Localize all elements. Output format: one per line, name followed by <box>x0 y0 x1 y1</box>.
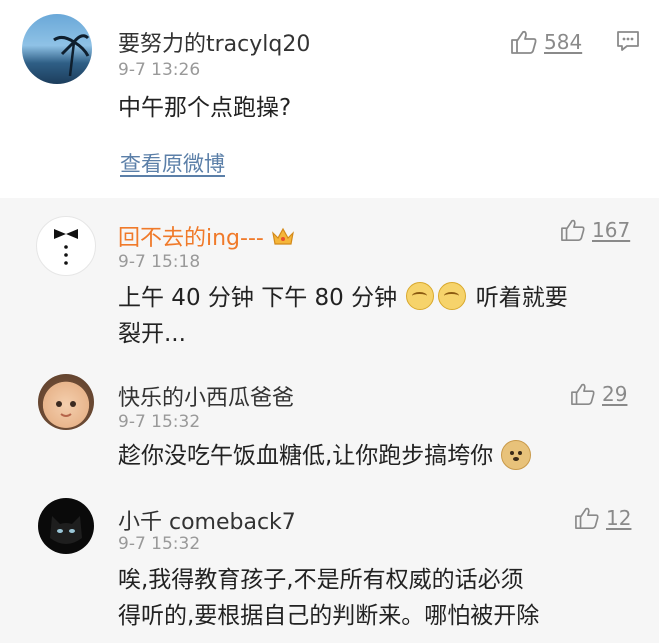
crown-badge-icon <box>271 225 295 253</box>
like-button[interactable]: 29 <box>570 380 627 408</box>
thumbs-up-icon <box>561 219 585 241</box>
comment-time: 9-7 13:26 <box>118 60 201 80</box>
bowtie-icon <box>54 229 78 265</box>
avatar[interactable] <box>38 498 94 554</box>
palm-tree-icon <box>53 34 90 77</box>
thumbs-up-icon <box>511 30 537 54</box>
reply-text: 唉,我得教育孩子,不是所有权威的话必须 得听的,要根据自己的判断来。哪怕被开除 <box>118 567 540 629</box>
emoji-icon <box>438 282 467 310</box>
avatar[interactable] <box>38 374 94 430</box>
view-original-link[interactable]: 查看原微博 <box>120 148 225 178</box>
like-count: 584 <box>544 30 583 54</box>
comment-icon[interactable] <box>616 30 640 56</box>
reply-username[interactable]: 快乐的小西瓜爸爸 <box>118 380 294 412</box>
like-count: 29 <box>602 382 628 406</box>
baby-face-icon <box>56 401 76 417</box>
reply-time: 9-7 15:32 <box>118 412 201 432</box>
reply-time: 9-7 15:18 <box>118 252 201 272</box>
avatar[interactable] <box>22 14 92 84</box>
like-button[interactable]: 167 <box>560 216 630 244</box>
thumbs-up-icon <box>575 507 599 529</box>
reply-time: 9-7 15:32 <box>118 534 201 554</box>
thumbs-up-icon <box>571 383 595 405</box>
like-button[interactable]: 584 <box>510 28 582 56</box>
like-count: 167 <box>592 218 631 242</box>
comment-username[interactable]: 要努力的tracylq20 <box>118 26 310 58</box>
main-comment: 要努力的tracylq20 9-7 13:26 中午那个点跑操? 查看原微博 5… <box>0 0 659 198</box>
reply-text: 趁你没吃午饭血糖低,让你跑步搞垮你 <box>118 438 531 474</box>
reply-list: 回不去的ing--- 9-7 15:18 上午 40 分钟 下午 80 分钟 听… <box>0 198 659 643</box>
doge-emoji-icon <box>500 440 531 470</box>
like-button[interactable]: 12 <box>574 504 631 532</box>
emoji-icon <box>406 282 435 310</box>
avatar[interactable] <box>36 216 96 276</box>
reply-text: 上午 40 分钟 下午 80 分钟 听着就要 裂开... <box>118 280 638 352</box>
black-cat-icon <box>50 516 82 544</box>
comment-text: 中午那个点跑操? <box>118 95 292 121</box>
reply-username[interactable]: 小千 comeback7 <box>118 504 296 536</box>
like-count: 12 <box>606 506 632 530</box>
reply-username[interactable]: 回不去的ing--- <box>118 220 295 253</box>
